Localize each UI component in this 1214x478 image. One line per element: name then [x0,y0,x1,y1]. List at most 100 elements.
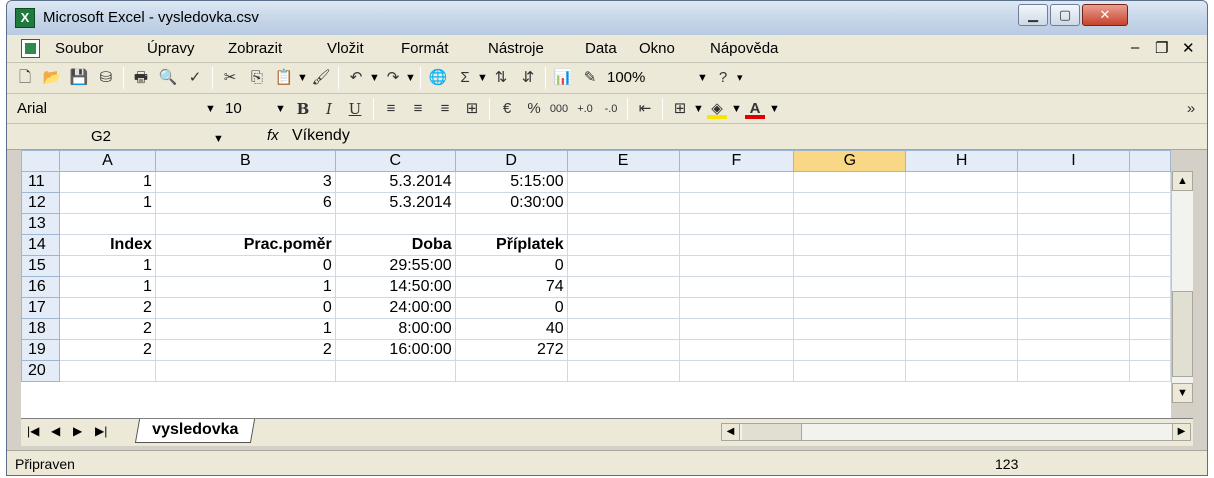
autosum-dropdown-icon[interactable]: ▼ [477,67,488,89]
column-header-c[interactable]: C [334,150,456,172]
increase-decimal-icon[interactable]: +.0 [575,99,595,119]
column-header-b[interactable]: B [154,150,336,172]
cell-b11[interactable]: 3 [154,171,336,193]
cell-d16[interactable]: 74 [454,276,568,298]
save-icon[interactable]: 💾 [69,68,89,88]
cell-g12[interactable] [793,192,907,214]
font-color-icon[interactable]: A [745,99,765,119]
cell-b14[interactable]: Prac.poměr [154,234,336,256]
cell-a11[interactable]: 1 [58,171,156,193]
cell-d18[interactable]: 40 [454,318,568,340]
menu-vlozit[interactable]: Vložit [327,40,364,57]
mdi-minimize-button[interactable]: ‒ [1131,39,1139,56]
cell-e17[interactable] [566,297,680,319]
horizontal-scrollbar[interactable]: ◀ ▶ [721,423,1191,441]
cell-b20[interactable] [154,360,336,382]
close-button[interactable]: ✕ [1082,4,1128,26]
paste-dropdown-icon[interactable]: ▼ [297,67,308,89]
cell-i12[interactable] [1017,192,1130,214]
cell-b18[interactable]: 1 [154,318,336,340]
cell-i17[interactable] [1017,297,1130,319]
cell-f16[interactable] [678,276,795,298]
spelling-icon[interactable]: ✓ [185,68,205,88]
row-header[interactable]: 20 [21,360,60,382]
cell-i16[interactable] [1017,276,1130,298]
cell-b13[interactable] [154,213,336,235]
row-header[interactable]: 12 [21,192,60,214]
row-header[interactable]: 11 [21,171,60,193]
print-icon[interactable]: 🖶 [131,68,151,88]
cell-i15[interactable] [1017,255,1130,277]
cell-c16[interactable]: 14:50:00 [334,276,456,298]
sheet-tab-vysledovka[interactable]: vysledovka [134,419,256,443]
cell-h18[interactable] [905,318,1019,340]
chart-wizard-icon[interactable]: 📊 [553,68,573,88]
cell-f13[interactable] [678,213,795,235]
column-header-d[interactable]: D [454,150,568,172]
row-header[interactable]: 14 [21,234,60,256]
menu-zobrazit[interactable]: Zobrazit [228,40,282,57]
align-right-icon[interactable]: ≡ [435,99,455,119]
cell-h15[interactable] [905,255,1019,277]
scroll-right-button[interactable]: ▶ [1172,424,1190,440]
scroll-up-button[interactable]: ▲ [1172,171,1193,191]
redo-dropdown-icon[interactable]: ▼ [405,67,416,89]
cell-h13[interactable] [905,213,1019,235]
undo-dropdown-icon[interactable]: ▼ [369,67,380,89]
cell-j16[interactable] [1128,276,1171,298]
cell-b15[interactable]: 0 [154,255,336,277]
vertical-scroll-thumb[interactable] [1172,291,1193,377]
cell-h16[interactable] [905,276,1019,298]
cut-icon[interactable]: ✂ [220,68,240,88]
cell-e18[interactable] [566,318,680,340]
decrease-decimal-icon[interactable]: -.0 [601,99,621,119]
cell-g18[interactable] [793,318,907,340]
menu-okno[interactable]: Okno [639,40,675,57]
cell-c15[interactable]: 29:55:00 [334,255,456,277]
scroll-left-button[interactable]: ◀ [722,424,740,440]
cell-a16[interactable]: 1 [58,276,156,298]
cell-g15[interactable] [793,255,907,277]
new-icon[interactable]: 🗋 [15,68,35,88]
column-header-g[interactable]: G [793,150,907,172]
cell-f19[interactable] [678,339,795,361]
cell-f18[interactable] [678,318,795,340]
cell-g20[interactable] [793,360,907,382]
cell-e11[interactable] [566,171,680,193]
column-header-f[interactable]: F [678,150,795,172]
cell-e14[interactable] [566,234,680,256]
formula-input[interactable]: Víkendy [292,127,350,145]
cell-c17[interactable]: 24:00:00 [334,297,456,319]
cell-h17[interactable] [905,297,1019,319]
help-icon[interactable]: ? [713,68,733,88]
cell-j12[interactable] [1128,192,1171,214]
cell-e20[interactable] [566,360,680,382]
column-header-e[interactable]: E [566,150,680,172]
cell-a12[interactable]: 1 [58,192,156,214]
cell-d20[interactable] [454,360,568,382]
cell-b17[interactable]: 0 [154,297,336,319]
cell-d15[interactable]: 0 [454,255,568,277]
fill-color-dropdown-icon[interactable]: ▼ [731,98,742,120]
row-header[interactable]: 17 [21,297,60,319]
row-header[interactable]: 16 [21,276,60,298]
cell-e16[interactable] [566,276,680,298]
cell-e12[interactable] [566,192,680,214]
worksheet-grid[interactable]: A B C D E F G H I 11 1 3 5.3.2014 5:15:00 12 1… [21,150,1171,418]
borders-dropdown-icon[interactable]: ▼ [693,98,704,120]
zoom-dropdown-icon[interactable]: ▼ [697,67,708,89]
currency-icon[interactable]: € [497,99,517,119]
workbook-icon[interactable] [21,39,40,58]
row-header[interactable]: 13 [21,213,60,235]
sort-ascending-icon[interactable]: ⇅ [491,68,511,88]
cell-e13[interactable] [566,213,680,235]
italic-icon[interactable]: I [319,99,339,119]
menu-nastroje[interactable]: Nástroje [488,40,544,57]
cell-h19[interactable] [905,339,1019,361]
percent-icon[interactable]: % [524,99,544,119]
cell-c13[interactable] [334,213,456,235]
cell-c11[interactable]: 5.3.2014 [334,171,456,193]
cell-f15[interactable] [678,255,795,277]
menu-napoveda[interactable]: Nápověda [710,40,778,57]
column-header-h[interactable]: H [905,150,1019,172]
